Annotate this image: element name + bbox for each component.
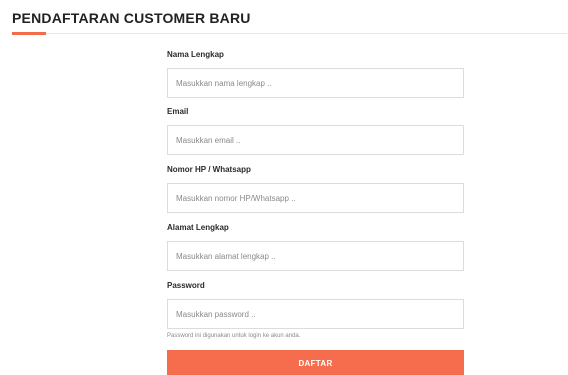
full-name-field-group: Nama Lengkap [167,50,464,98]
title-accent-bar [12,32,46,35]
password-input[interactable] [167,299,464,329]
address-field-group: Alamat Lengkap [167,223,464,271]
email-field-group: Email [167,107,464,155]
phone-field-group: Nomor HP / Whatsapp [167,165,464,213]
registration-page: PENDAFTARAN CUSTOMER BARU Nama Lengkap E… [0,0,568,375]
phone-label: Nomor HP / Whatsapp [167,165,251,174]
email-label: Email [167,107,189,116]
title-divider [12,33,567,34]
full-name-input[interactable] [167,68,464,98]
password-field-group: Password Password ini digunakan untuk lo… [167,281,464,339]
address-input[interactable] [167,241,464,271]
full-name-label: Nama Lengkap [167,50,224,59]
phone-input[interactable] [167,183,464,213]
password-label: Password [167,281,205,290]
password-help-text: Password ini digunakan untuk login ke ak… [167,333,301,339]
page-title: PENDAFTARAN CUSTOMER BARU [12,10,251,26]
address-label: Alamat Lengkap [167,223,229,232]
register-button[interactable]: DAFTAR [167,350,464,375]
email-input[interactable] [167,125,464,155]
